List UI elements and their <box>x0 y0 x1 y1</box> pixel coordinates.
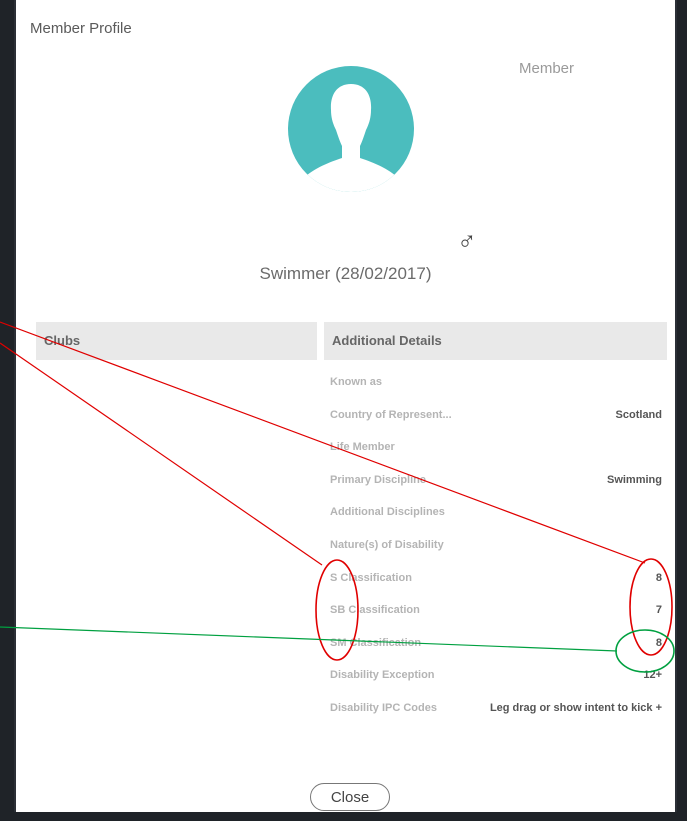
detail-value: Scotland <box>615 408 662 421</box>
detail-label: SM Classification <box>330 636 422 649</box>
detail-row-s-classification: S Classification 8 <box>330 566 662 599</box>
detail-label: S Classification <box>330 571 412 584</box>
male-icon: ♂ <box>457 226 477 256</box>
detail-label: Additional Disciplines <box>330 506 445 519</box>
avatar <box>288 66 414 192</box>
detail-label: Primary Discipline <box>330 473 426 486</box>
member-profile-modal: Member Profile Member ♂ Swimmer (28/02/2… <box>14 0 677 812</box>
detail-label: Disability Exception <box>330 669 435 682</box>
member-type-date: Swimmer (28/02/2017) <box>259 264 432 283</box>
detail-value: 8 <box>655 571 662 584</box>
detail-row-disability-exception: Disability Exception 12+ <box>330 663 662 696</box>
detail-label: Life Member <box>330 441 395 454</box>
detail-value: Leg drag or show intent to kick + <box>489 701 662 714</box>
detail-value: 7 <box>655 604 662 617</box>
detail-row-known-as: Known as <box>330 370 662 403</box>
detail-value: Swimming <box>606 473 662 486</box>
close-button[interactable]: Close <box>310 783 390 811</box>
detail-label: Known as <box>330 376 382 388</box>
detail-label: Disability IPC Codes <box>330 701 437 714</box>
clubs-header: Clubs <box>36 322 317 360</box>
detail-label: Country of Represent... <box>330 408 452 421</box>
detail-row-country: Country of Represent... Scotland <box>330 403 662 436</box>
detail-row-nature-of-disability: Nature(s) of Disability <box>330 533 662 566</box>
member-role: Member <box>519 60 575 77</box>
detail-label: Nature(s) of Disability <box>330 538 444 551</box>
detail-row-additional-disciplines: Additional Disciplines <box>330 500 662 533</box>
modal-title: Member Profile <box>30 20 132 37</box>
detail-value: 12+ <box>643 669 662 682</box>
detail-value: 8 <box>655 636 662 649</box>
details-list: Known as Country of Represent... Scotlan… <box>330 370 662 729</box>
detail-row-primary-discipline: Primary Discipline Swimming <box>330 468 662 501</box>
detail-row-ipc-codes: Disability IPC Codes Leg drag or show in… <box>330 696 662 729</box>
detail-row-life-member: Life Member <box>330 435 662 468</box>
detail-row-sm-classification: SM Classification 8 <box>330 631 662 664</box>
detail-label: SB Classification <box>330 604 420 617</box>
additional-details-header: Additional Details <box>324 322 667 360</box>
detail-row-sb-classification: SB Classification 7 <box>330 598 662 631</box>
